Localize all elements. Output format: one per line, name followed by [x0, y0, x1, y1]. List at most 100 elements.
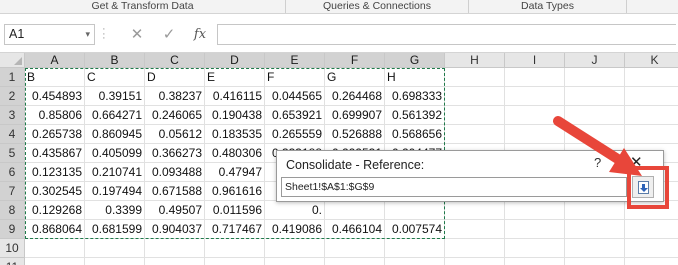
- cell[interactable]: 0.246065: [145, 106, 204, 124]
- cell[interactable]: E: [205, 68, 265, 86]
- cell[interactable]: 0.210741: [85, 163, 144, 181]
- column-header[interactable]: G: [385, 53, 445, 68]
- ribbon-group-queries-connections: Queries & Connections: [323, 0, 431, 12]
- ribbon-group-get-transform: Get & Transform Data: [91, 0, 194, 12]
- cell[interactable]: G: [325, 68, 385, 86]
- cell[interactable]: 0.405099: [85, 144, 144, 162]
- cell[interactable]: 0.85806: [25, 106, 84, 124]
- column-header[interactable]: H: [445, 53, 505, 68]
- ribbon-separator: [626, 0, 627, 13]
- cell[interactable]: 0.416115: [205, 87, 264, 105]
- cell[interactable]: 0.47947: [205, 163, 264, 181]
- cell[interactable]: 0.435867: [25, 144, 84, 162]
- cell[interactable]: [385, 201, 444, 219]
- chevron-down-icon[interactable]: ▾: [85, 25, 90, 44]
- cell[interactable]: 0.05612: [145, 125, 204, 143]
- cell[interactable]: 0.860945: [85, 125, 144, 143]
- row-header[interactable]: 2: [0, 87, 25, 106]
- reference-input[interactable]: Sheet1!$A$1:$G$9: [281, 177, 627, 197]
- consolidate-reference-dialog: Consolidate - Reference: ? ✕ Sheet1!$A$1…: [276, 150, 664, 202]
- cell[interactable]: 0.419086: [265, 220, 324, 238]
- enter-icon[interactable]: ✓: [159, 25, 179, 45]
- cell[interactable]: [325, 201, 384, 219]
- row-header[interactable]: 10: [0, 239, 25, 258]
- column-header[interactable]: A: [25, 53, 85, 68]
- resize-handle-icon[interactable]: · · ·: [102, 24, 106, 44]
- cell[interactable]: 0.264468: [325, 87, 384, 105]
- cell[interactable]: 0.561392: [385, 106, 444, 124]
- column-header[interactable]: D: [205, 53, 265, 68]
- formula-input[interactable]: [217, 24, 676, 45]
- cell[interactable]: D: [145, 68, 205, 86]
- help-icon[interactable]: ?: [594, 155, 601, 170]
- cell[interactable]: 0.190438: [205, 106, 264, 124]
- cell[interactable]: F: [265, 68, 325, 86]
- cell[interactable]: 0.302545: [25, 182, 84, 200]
- cell[interactable]: 0.961616: [205, 182, 264, 200]
- cell[interactable]: 0.197494: [85, 182, 144, 200]
- cell[interactable]: 0.698333: [385, 87, 444, 105]
- cell[interactable]: 0.265738: [25, 125, 84, 143]
- row-header[interactable]: 3: [0, 106, 25, 125]
- cell[interactable]: 0.904037: [145, 220, 204, 238]
- row-header[interactable]: 5: [0, 144, 25, 163]
- cell[interactable]: 0.265559: [265, 125, 324, 143]
- cell[interactable]: 0.123135: [25, 163, 84, 181]
- column-header[interactable]: B: [85, 53, 145, 68]
- name-box-value: A1: [9, 27, 25, 41]
- excel-window: Get & Transform Data Queries & Connectio…: [0, 0, 678, 265]
- cell[interactable]: 0.093488: [145, 163, 204, 181]
- insert-function-icon[interactable]: fx: [190, 25, 210, 45]
- column-header[interactable]: J: [565, 53, 625, 68]
- cell[interactable]: 0.39151: [85, 87, 144, 105]
- cell[interactable]: 0.3399: [85, 201, 144, 219]
- column-header[interactable]: I: [505, 53, 565, 68]
- cell[interactable]: 0.366273: [145, 144, 204, 162]
- cell[interactable]: B: [25, 68, 85, 86]
- cell[interactable]: 0.671588: [145, 182, 204, 200]
- select-all-button[interactable]: [0, 53, 25, 68]
- highlight-box: [627, 166, 669, 209]
- cell[interactable]: 0.526888: [325, 125, 384, 143]
- row-header[interactable]: 8: [0, 201, 25, 220]
- cell[interactable]: 0.044565: [265, 87, 324, 105]
- column-header[interactable]: K: [625, 53, 678, 68]
- cancel-icon[interactable]: ✕: [127, 25, 147, 45]
- cell[interactable]: 0.183535: [205, 125, 264, 143]
- cell[interactable]: 0.699907: [325, 106, 384, 124]
- gridline: [25, 238, 678, 239]
- row-header[interactable]: 11: [0, 258, 25, 265]
- cell[interactable]: 0.568656: [385, 125, 444, 143]
- cell[interactable]: 0.664271: [85, 106, 144, 124]
- row-header[interactable]: 1: [0, 68, 25, 87]
- cell[interactable]: C: [85, 68, 145, 86]
- cell[interactable]: 0.: [265, 201, 324, 219]
- column-header[interactable]: C: [145, 53, 205, 68]
- cell[interactable]: 0.454893: [25, 87, 84, 105]
- cell[interactable]: 0.480306: [205, 144, 264, 162]
- cell[interactable]: 0.129268: [25, 201, 84, 219]
- column-header[interactable]: E: [265, 53, 325, 68]
- cell[interactable]: 0.717467: [205, 220, 264, 238]
- dialog-title: Consolidate - Reference:: [286, 158, 425, 172]
- name-box[interactable]: A1 ▾: [4, 24, 95, 45]
- gridline: [25, 257, 678, 258]
- cell[interactable]: 0.011596: [205, 201, 264, 219]
- cell[interactable]: 0.38237: [145, 87, 204, 105]
- formula-bar: A1 ▾ · · · ✕ ✓ fx: [0, 15, 678, 53]
- cell[interactable]: H: [385, 68, 445, 86]
- row-header[interactable]: 7: [0, 182, 25, 201]
- cell[interactable]: 0.681599: [85, 220, 144, 238]
- ribbon-group-labels: Get & Transform Data Queries & Connectio…: [0, 0, 678, 14]
- cell[interactable]: 0.466104: [325, 220, 384, 238]
- row-header[interactable]: 6: [0, 163, 25, 182]
- row-header[interactable]: 4: [0, 125, 25, 144]
- row-header[interactable]: 9: [0, 220, 25, 239]
- column-header[interactable]: F: [325, 53, 385, 68]
- ribbon-group-data-types: Data Types: [521, 0, 574, 12]
- select-all-icon: [14, 57, 22, 65]
- cell[interactable]: 0.007574: [385, 220, 444, 238]
- cell[interactable]: 0.653921: [265, 106, 324, 124]
- cell[interactable]: 0.868064: [25, 220, 84, 238]
- cell[interactable]: 0.49507: [145, 201, 204, 219]
